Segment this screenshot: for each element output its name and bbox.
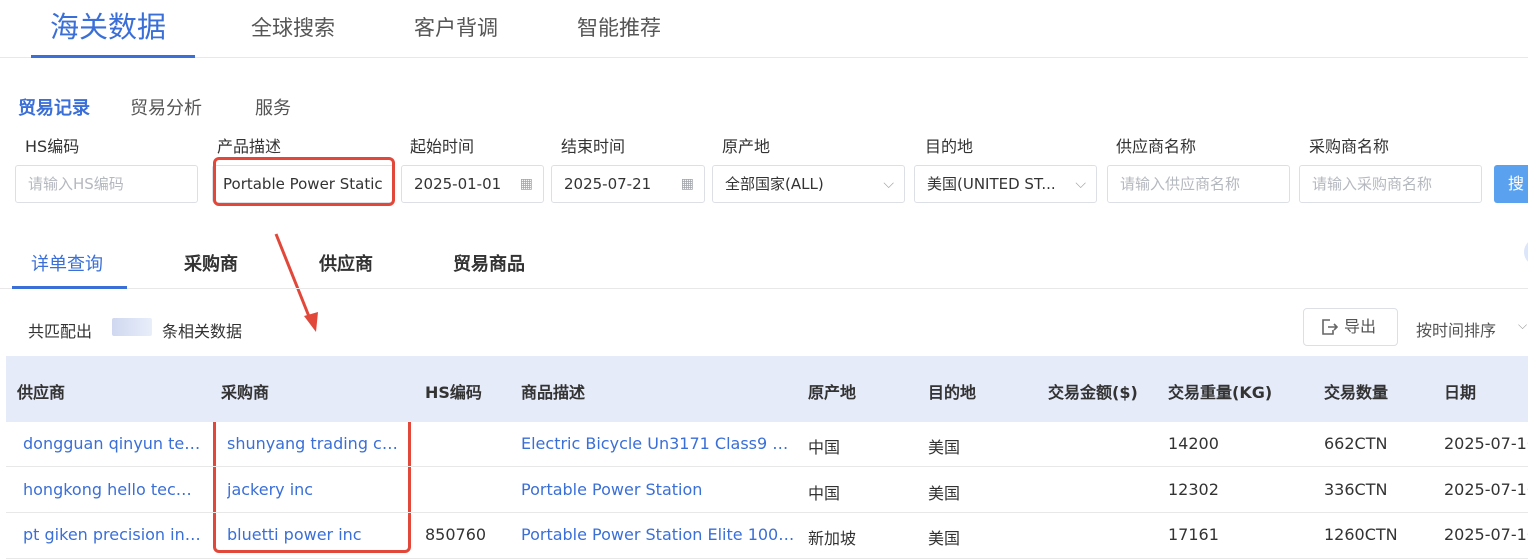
hs-code-input[interactable]: 请输入HS编码: [15, 165, 198, 203]
top-tab-bar: 海关数据 全球搜索 客户背调 智能推荐: [0, 0, 1528, 58]
tab-buyers[interactable]: 采购商: [184, 250, 238, 276]
start-date-value: 2025-01-01: [414, 175, 502, 193]
cell-quantity: 336CTN: [1324, 480, 1388, 499]
float-button-icon[interactable]: [1508, 230, 1528, 270]
active-tab-indicator: [31, 55, 195, 58]
cell-quantity: 1260CTN: [1324, 525, 1398, 544]
col-origin[interactable]: 原产地: [808, 379, 856, 403]
active-result-tab-indicator: [12, 286, 127, 289]
end-date-value: 2025-07-21: [564, 175, 652, 193]
col-amount[interactable]: 交易金额($): [1048, 379, 1138, 403]
tab-customs-data[interactable]: 海关数据: [50, 4, 166, 46]
cell-buyer[interactable]: shunyang trading co ltd: [227, 434, 407, 453]
cell-destination: 美国: [928, 484, 961, 503]
cell-origin: 新加坡: [808, 529, 857, 548]
cell-origin: 中国: [808, 484, 841, 503]
cell-destination: 美国: [928, 529, 961, 548]
cell-weight: 12302: [1168, 480, 1219, 499]
col-supplier[interactable]: 供应商: [17, 379, 65, 403]
destination-value: 美国(UNITED ST...: [927, 175, 1056, 193]
col-destination[interactable]: 目的地: [928, 379, 976, 403]
origin-label: 原产地: [722, 137, 771, 156]
cell-hs: 850760: [425, 525, 487, 544]
cell-date: 2025-07-16: [1444, 525, 1528, 544]
chevron-down-icon: ⌵: [883, 176, 894, 192]
col-weight[interactable]: 交易重量(KG): [1168, 379, 1272, 403]
tab-customer-check[interactable]: 客户背调: [414, 12, 498, 42]
start-time-label: 起始时间: [410, 137, 475, 156]
tab-global-search[interactable]: 全球搜索: [251, 12, 335, 42]
destination-label: 目的地: [925, 137, 974, 156]
hs-code-label: HS编码: [25, 137, 80, 156]
supplier-name-input[interactable]: 请输入供应商名称: [1107, 165, 1290, 203]
tab-smart-recommend[interactable]: 智能推荐: [577, 12, 661, 42]
subtab-trade-records[interactable]: 贸易记录: [18, 94, 90, 120]
cell-origin: 中国: [808, 438, 841, 457]
col-quantity[interactable]: 交易数量: [1324, 379, 1388, 403]
cell-buyer[interactable]: jackery inc: [227, 480, 313, 499]
row-divider: [6, 512, 1528, 513]
col-buyer[interactable]: 采购商: [221, 379, 269, 403]
chevron-down-icon: ⌵: [1075, 176, 1086, 192]
export-label: 导出: [1344, 317, 1377, 336]
origin-select[interactable]: 全部国家(ALL) ⌵: [712, 165, 905, 203]
export-icon: [1322, 319, 1338, 335]
tab-trade-goods[interactable]: 贸易商品: [453, 250, 525, 276]
tab-divider: [0, 288, 1528, 289]
col-description[interactable]: 商品描述: [521, 379, 585, 403]
end-date-input[interactable]: 2025-07-21 ▦: [551, 165, 705, 203]
cell-description[interactable]: Portable Power Station Elite 100 V...: [521, 525, 796, 544]
cell-description[interactable]: Portable Power Station: [521, 480, 702, 499]
destination-select[interactable]: 美国(UNITED ST... ⌵: [914, 165, 1097, 203]
annotation-arrow-icon: [274, 233, 318, 332]
cell-supplier[interactable]: hongkong hello tech ...: [23, 480, 201, 499]
start-date-input[interactable]: 2025-01-01 ▦: [401, 165, 544, 203]
cell-weight: 17161: [1168, 525, 1219, 544]
cell-supplier[interactable]: dongguan qinyun tec...: [23, 434, 201, 453]
col-date[interactable]: 日期: [1444, 379, 1476, 403]
buyer-name-label: 采购商名称: [1309, 137, 1390, 156]
row-divider: [6, 466, 1528, 467]
sort-select[interactable]: 按时间排序: [1416, 317, 1496, 341]
cell-buyer[interactable]: bluetti power inc: [227, 525, 362, 544]
cell-date: 2025-07-16: [1444, 434, 1528, 453]
origin-value: 全部国家(ALL): [725, 175, 824, 193]
product-desc-input[interactable]: Portable Power Static: [212, 165, 395, 203]
supplier-name-label: 供应商名称: [1116, 137, 1197, 156]
cell-supplier[interactable]: pt giken precision ind...: [23, 525, 201, 544]
calendar-icon: ▦: [519, 176, 533, 192]
cell-weight: 14200: [1168, 434, 1219, 453]
result-count-blurred: [112, 318, 152, 336]
tab-suppliers[interactable]: 供应商: [319, 250, 373, 276]
product-desc-label: 产品描述: [217, 137, 282, 156]
result-count-suffix: 条相关数据: [162, 322, 243, 341]
buyer-name-input[interactable]: 请输入采购商名称: [1299, 165, 1482, 203]
calendar-icon: ▦: [680, 176, 694, 192]
result-count-prefix: 共匹配出: [28, 322, 93, 341]
cell-quantity: 662CTN: [1324, 434, 1388, 453]
subtab-trade-analysis[interactable]: 贸易分析: [130, 94, 202, 120]
chevron-down-icon: ⌵: [1518, 318, 1528, 332]
search-button[interactable]: 搜: [1494, 165, 1528, 203]
subtab-service[interactable]: 服务: [255, 94, 291, 120]
tab-detail-query[interactable]: 详单查询: [31, 250, 103, 276]
cell-destination: 美国: [928, 438, 961, 457]
col-hs-code[interactable]: HS编码: [425, 379, 482, 403]
end-time-label: 结束时间: [561, 137, 626, 156]
cell-description[interactable]: Electric Bicycle Un3171 Class9 Port...: [521, 434, 796, 453]
cell-date: 2025-07-16: [1444, 480, 1528, 499]
export-button[interactable]: 导出: [1303, 308, 1398, 346]
